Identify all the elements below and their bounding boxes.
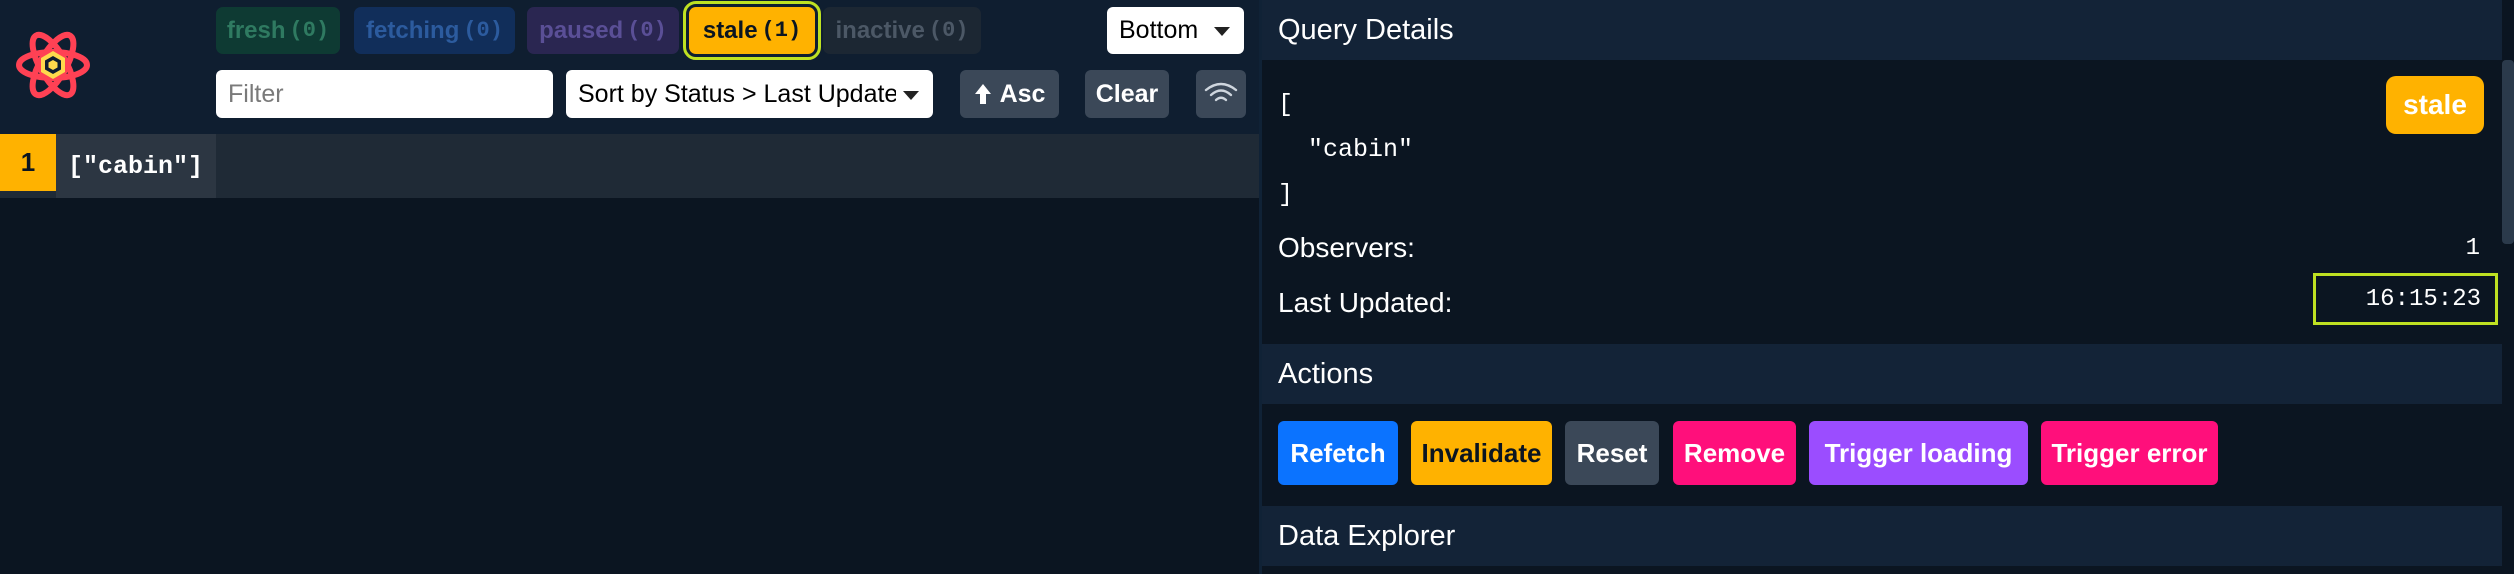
filter-stale-badge[interactable]: stale (1) bbox=[683, 1, 821, 60]
sort-direction-button[interactable]: Asc bbox=[960, 70, 1059, 118]
devtools-toolbar: fresh (0) fetching (0) paused (0) stale … bbox=[0, 0, 1259, 134]
status-badge: stale bbox=[2386, 76, 2484, 134]
trigger-error-button[interactable]: Trigger error bbox=[2041, 421, 2218, 485]
badge-label: paused bbox=[539, 16, 624, 44]
chevron-down-icon bbox=[903, 91, 919, 100]
position-select-value: Bottom bbox=[1119, 16, 1199, 44]
wifi-icon bbox=[1204, 82, 1238, 102]
reset-button[interactable]: Reset bbox=[1565, 421, 1659, 485]
filter-fresh-badge[interactable]: fresh (0) bbox=[216, 7, 340, 54]
observers-label: Observers: bbox=[1278, 232, 1415, 263]
online-toggle-button[interactable] bbox=[1196, 70, 1246, 118]
observers-row: Observers: 1 bbox=[1278, 226, 2502, 270]
filter-input[interactable] bbox=[216, 70, 553, 118]
last-updated-value: 16:15:23 bbox=[2313, 273, 2498, 325]
query-row[interactable]: 1 ["cabin"] bbox=[0, 134, 1259, 198]
details-scrollbar[interactable] bbox=[2502, 60, 2514, 244]
last-updated-label: Last Updated: bbox=[1278, 287, 1453, 318]
query-details-header: Query Details bbox=[1262, 0, 2502, 60]
sort-direction-label: Asc bbox=[999, 79, 1046, 108]
remove-button[interactable]: Remove bbox=[1673, 421, 1796, 485]
trigger-loading-button[interactable]: Trigger loading bbox=[1809, 421, 2028, 485]
badge-count: (0) bbox=[928, 18, 969, 43]
badge-count: (0) bbox=[627, 18, 667, 43]
react-query-logo-icon[interactable] bbox=[12, 24, 94, 106]
filter-fetching-badge[interactable]: fetching (0) bbox=[354, 7, 515, 54]
badge-count: (0) bbox=[463, 18, 503, 43]
chevron-down-icon bbox=[1214, 27, 1230, 36]
query-details-panel: Query Details [ "cabin" ] stale Observer… bbox=[1259, 0, 2514, 574]
actions-header: Actions bbox=[1262, 344, 2502, 404]
clear-label: Clear bbox=[1095, 79, 1159, 108]
panel-position-select[interactable]: Bottom bbox=[1107, 7, 1244, 54]
badge-label: stale bbox=[702, 16, 758, 44]
badge-label: inactive bbox=[835, 16, 925, 44]
badge-count: (1) bbox=[761, 18, 802, 43]
badge-count: (0) bbox=[289, 18, 330, 43]
clear-cache-button[interactable]: Clear bbox=[1085, 70, 1169, 118]
query-key-json: [ "cabin" ] bbox=[1278, 90, 1414, 209]
arrow-up-icon bbox=[974, 84, 991, 104]
filter-paused-badge[interactable]: paused (0) bbox=[527, 7, 679, 54]
observer-count: 1 bbox=[0, 134, 56, 191]
data-explorer-header: Data Explorer bbox=[1262, 506, 2502, 566]
badge-label: fetching bbox=[366, 16, 460, 44]
badge-label: fresh bbox=[226, 16, 286, 44]
observers-value: 1 bbox=[2465, 234, 2480, 262]
sort-select[interactable]: Sort by Status > Last Updated bbox=[566, 70, 933, 118]
invalidate-button[interactable]: Invalidate bbox=[1411, 421, 1552, 485]
queries-panel: fresh (0) fetching (0) paused (0) stale … bbox=[0, 0, 1259, 574]
sort-select-value: Sort by Status > Last Updated bbox=[578, 79, 896, 108]
query-key: ["cabin"] bbox=[56, 134, 216, 198]
refetch-button[interactable]: Refetch bbox=[1278, 421, 1398, 485]
filter-inactive-badge[interactable]: inactive (0) bbox=[823, 7, 981, 54]
